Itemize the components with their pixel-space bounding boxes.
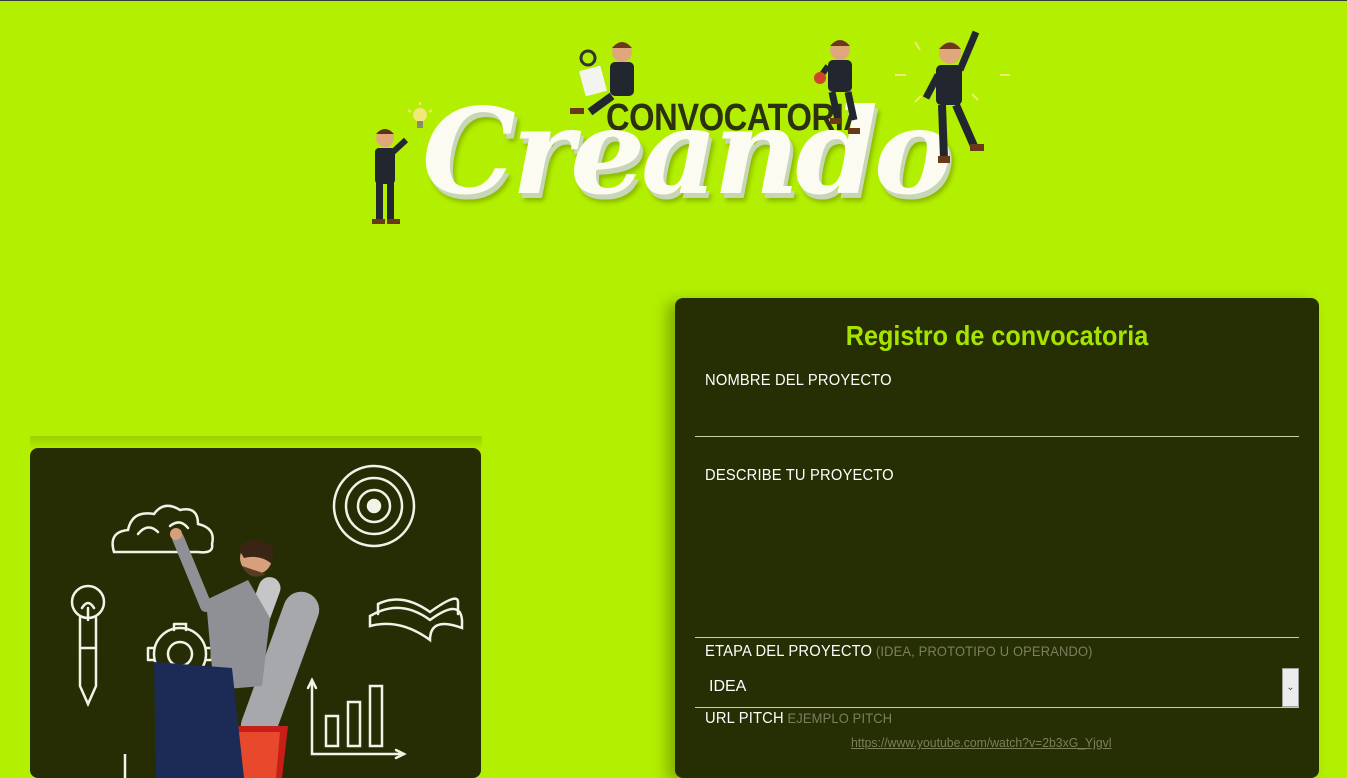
project-description-textarea[interactable] [695, 496, 1299, 634]
project-name-underline [695, 436, 1299, 437]
registration-form-panel: Registro de convocatoria NOMBRE DEL PROY… [675, 298, 1319, 778]
logo-man-celebrating-figure [895, 30, 1010, 163]
project-description-label: DESCRIBE TU PROYECTO [705, 467, 894, 484]
project-name-input[interactable] [695, 406, 1299, 436]
cloud-icon [111, 504, 214, 554]
chevron-down-icon[interactable]: ⌄ [1282, 668, 1299, 707]
jetpack-man-figure [154, 528, 320, 778]
convocatoria-creando-logo: CONVOCATORIA Creando [360, 20, 1020, 245]
lightbulb-pencil-icon [70, 584, 106, 708]
project-stage-label-text: ETAPA DEL PROYECTO [705, 643, 873, 660]
project-stage-label: ETAPA DEL PROYECTO (IDEA, PROTOTIPO U OPE… [705, 643, 1093, 661]
book-icon [368, 597, 464, 643]
project-name-label: NOMBRE DEL PROYECTO [705, 372, 892, 389]
jetpack-doodle-illustration [70, 464, 464, 778]
bar-chart-icon [306, 677, 407, 760]
url-pitch-example-link[interactable]: https://www.youtube.com/watch?v=2b3xG_Yj… [851, 735, 1111, 750]
logo-man-thinking-figure [372, 129, 409, 224]
form-title: Registro de convocatoria [845, 320, 1149, 351]
project-stage-selected-value: IDEA [709, 678, 747, 695]
url-pitch-label: URL PITCH EJEMPLO PITCH [705, 710, 892, 728]
project-stage-hint: (IDEA, PROTOTIPO U OPERANDO) [875, 643, 1093, 659]
logo-man-jumping-figure [814, 40, 860, 134]
logo-man-magnifier-figure [570, 42, 634, 116]
target-icon [332, 464, 416, 548]
project-description-underline [695, 637, 1299, 638]
logo-businessmen-illustration [372, 30, 1010, 224]
project-stage-select[interactable]: IDEA ⌄ [695, 668, 1299, 708]
window-top-border [0, 0, 1347, 1]
logo-lightbulb-icon [407, 102, 433, 128]
url-pitch-label-text: URL PITCH [705, 710, 784, 727]
jetpack-illustration-card [30, 448, 481, 778]
url-pitch-hint: EJEMPLO PITCH [787, 710, 893, 726]
